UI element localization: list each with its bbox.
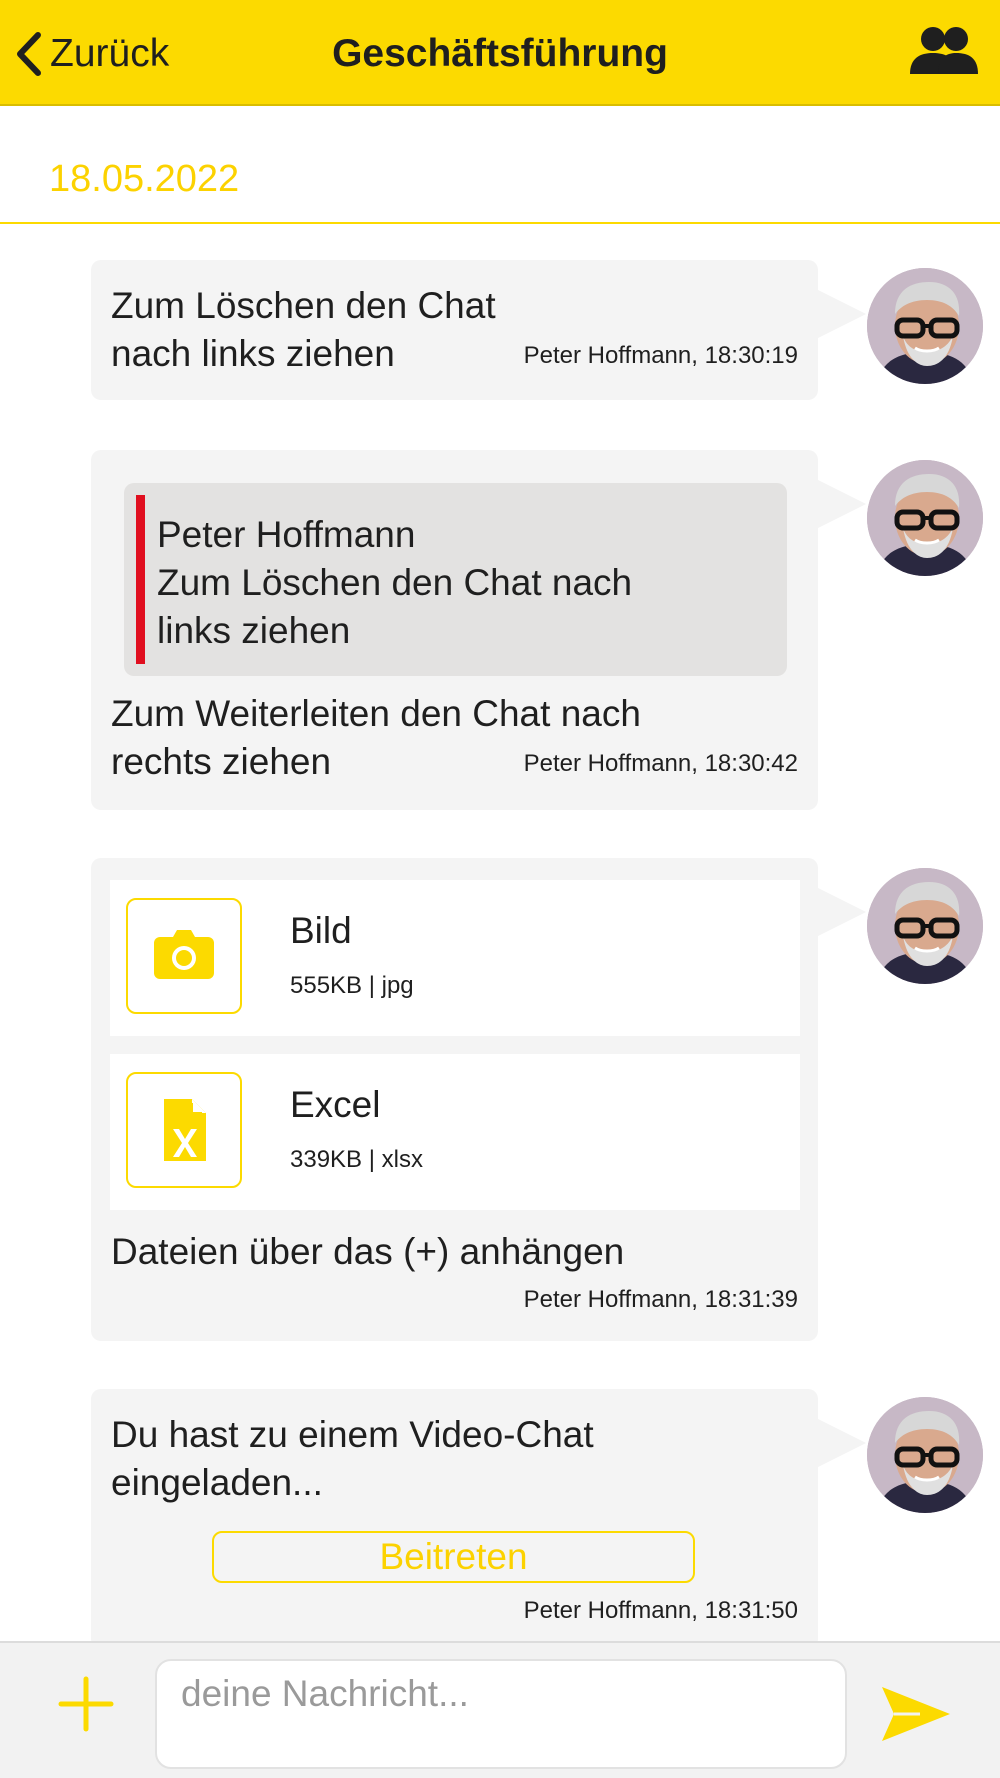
- message-meta: Peter Hoffmann, 18:30:19: [523, 342, 798, 369]
- quoted-message[interactable]: Peter Hoffmann Zum Löschen den Chat nach…: [124, 483, 787, 676]
- quote-author: Peter Hoffmann: [157, 514, 416, 555]
- avatar-image: [867, 268, 983, 384]
- date-label: 18.05.2022: [49, 158, 240, 200]
- avatar: [867, 868, 983, 984]
- message-meta: Peter Hoffmann, 18:30:42: [523, 750, 798, 777]
- message-bubble[interactable]: Bild 555KB | jpg Excel 339KB | xlsx Date…: [91, 858, 866, 1341]
- file-attachment-image[interactable]: Bild 555KB | jpg: [110, 880, 800, 1036]
- file-info: 339KB | xlsx: [290, 1146, 423, 1173]
- message-text: Dateien über das (+) anhängen: [111, 1231, 625, 1272]
- avatar-image: [867, 868, 983, 984]
- join-button[interactable]: Beitreten: [212, 1531, 695, 1583]
- file-name: Excel: [290, 1084, 381, 1125]
- plus-icon: [58, 1676, 114, 1732]
- message-text: Zum Löschen den Chat nach links ziehen: [111, 285, 496, 374]
- message-bubble[interactable]: Zum Löschen den Chat nach links ziehen P…: [91, 260, 866, 400]
- message-bubble[interactable]: Peter Hoffmann Zum Löschen den Chat nach…: [91, 450, 866, 810]
- back-button[interactable]: Zurück: [14, 28, 169, 80]
- members-button[interactable]: [908, 24, 980, 84]
- avatar: [867, 460, 983, 576]
- file-attachment-excel[interactable]: Excel 339KB | xlsx: [110, 1054, 800, 1210]
- file-icon-box: [126, 1072, 242, 1188]
- group-icon: [910, 27, 978, 74]
- message-meta: Peter Hoffmann, 18:31:50: [523, 1597, 798, 1624]
- attach-button[interactable]: [55, 1673, 117, 1735]
- message-meta: Peter Hoffmann, 18:31:39: [523, 1286, 798, 1313]
- send-button[interactable]: [880, 1683, 952, 1745]
- quote-text: Zum Löschen den Chat nach links ziehen: [157, 562, 633, 651]
- message-composer: [0, 1641, 1000, 1778]
- message-text: Du hast zu einem Video-Chat eingeladen..…: [111, 1414, 594, 1503]
- header-bar: Zurück Geschäftsführung: [0, 0, 1000, 106]
- back-label: Zurück: [50, 32, 170, 75]
- date-separator: 18.05.2022: [0, 106, 1000, 224]
- message-input[interactable]: [155, 1659, 847, 1769]
- send-icon: [882, 1687, 950, 1741]
- chevron-left-icon: [17, 32, 41, 76]
- avatar-image: [867, 1397, 983, 1513]
- file-name: Bild: [290, 910, 352, 951]
- file-icon-box: [126, 898, 242, 1014]
- file-info: 555KB | jpg: [290, 972, 414, 999]
- chat-screen: Zurück Geschäftsführung 18.05.2022 Zum L…: [0, 0, 1000, 1778]
- camera-icon: [154, 930, 214, 979]
- excel-file-icon: [164, 1099, 206, 1161]
- message-bubble[interactable]: Du hast zu einem Video-Chat eingeladen..…: [91, 1389, 866, 1649]
- page-title: Geschäftsführung: [332, 32, 668, 75]
- avatar: [867, 268, 983, 384]
- quote-bar: [136, 495, 145, 664]
- avatar: [867, 1397, 983, 1513]
- avatar-image: [867, 460, 983, 576]
